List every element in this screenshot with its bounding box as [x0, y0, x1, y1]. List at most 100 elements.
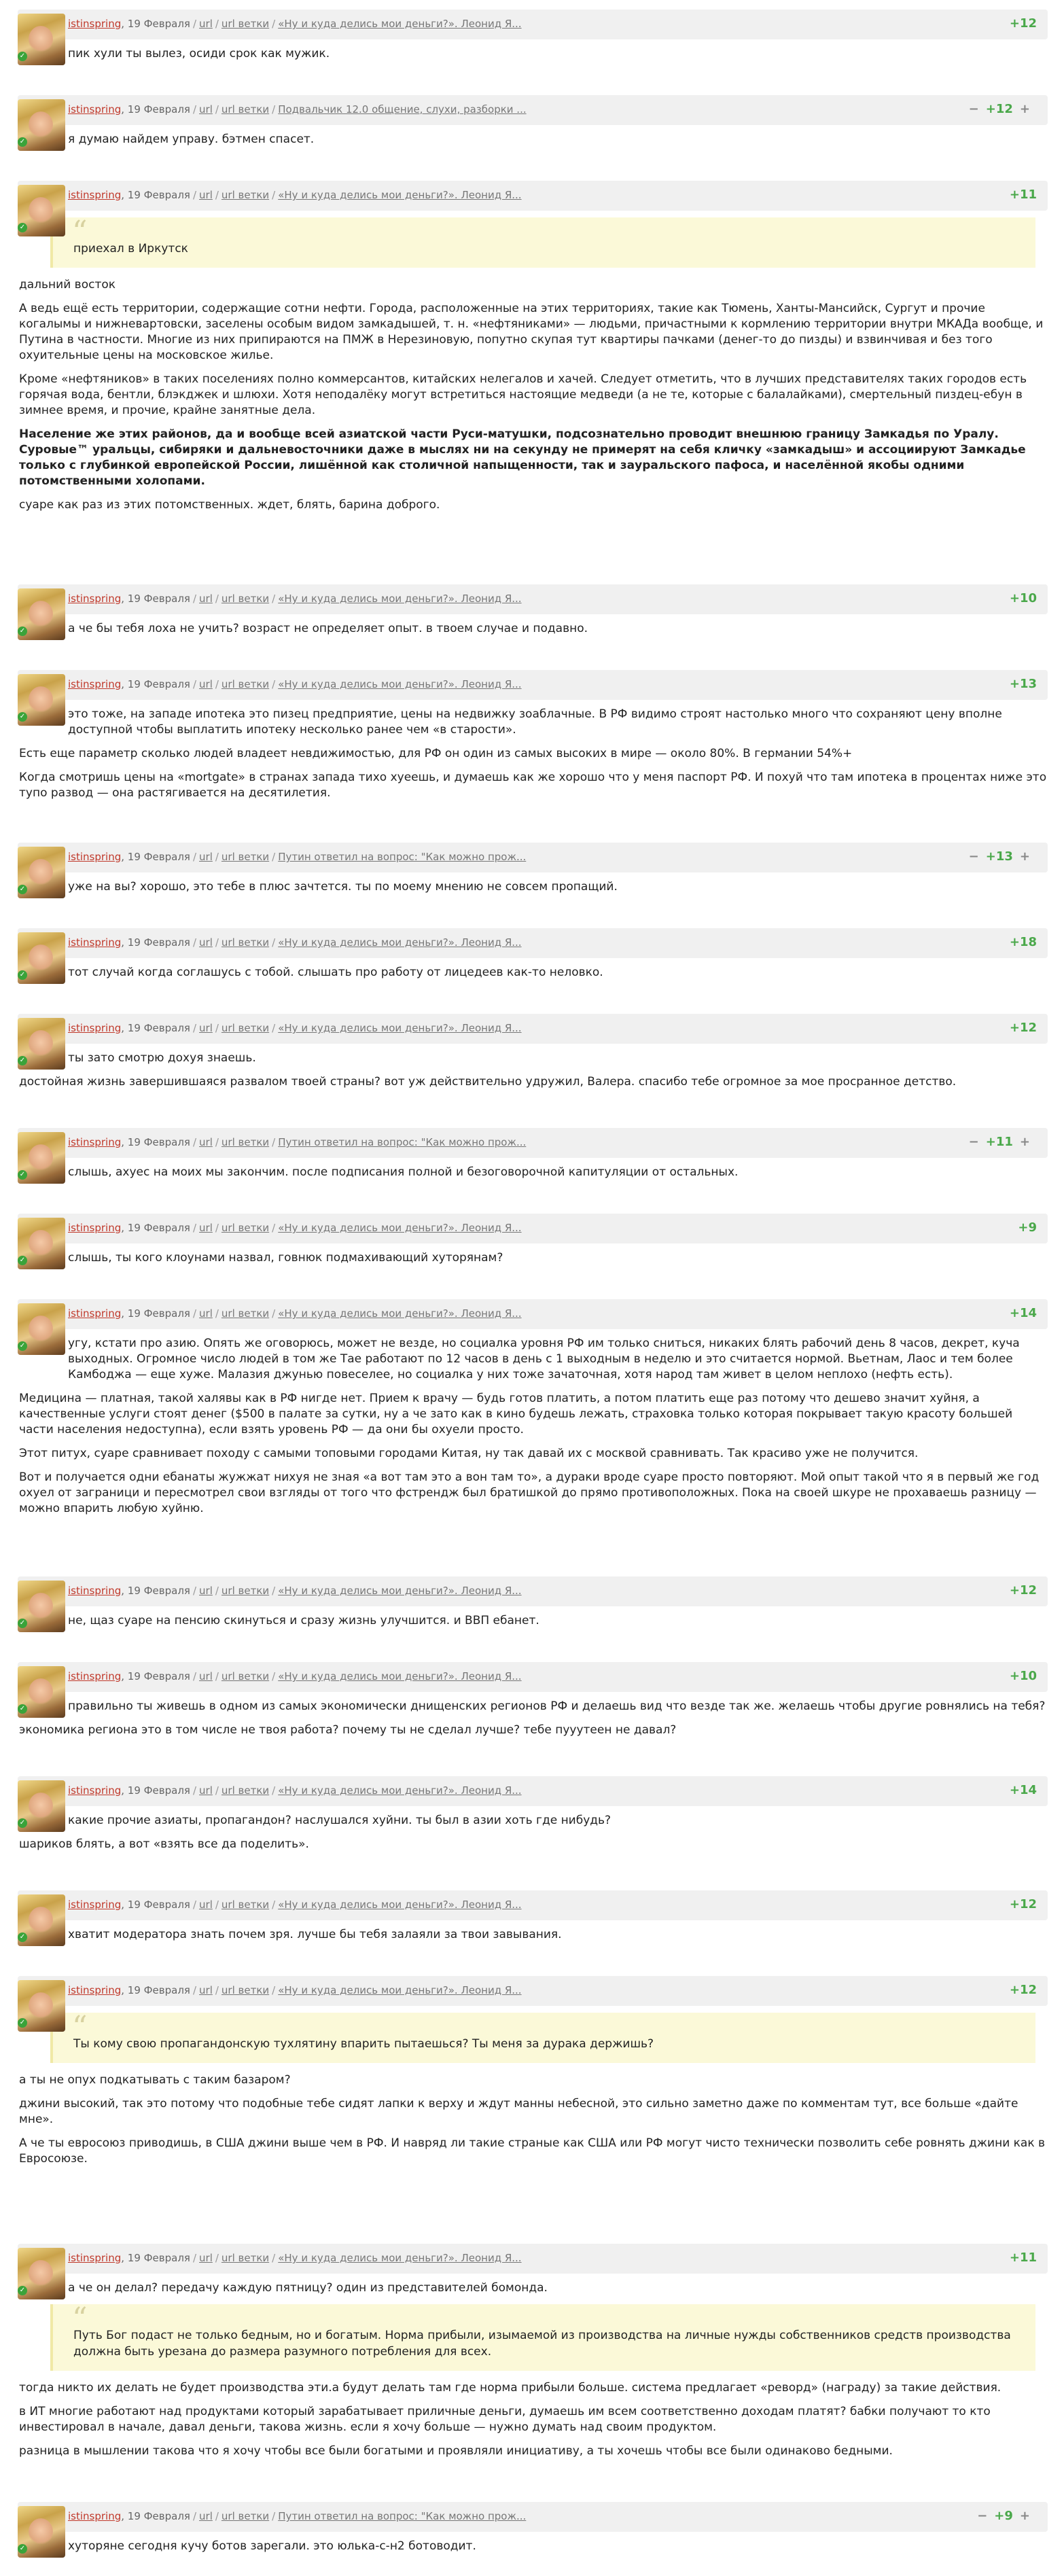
comment-url-link[interactable]: url — [199, 1670, 213, 1682]
author-link[interactable]: istinspring — [68, 1136, 121, 1148]
author-link[interactable]: istinspring — [68, 1222, 121, 1234]
comment-url-link[interactable]: url — [199, 18, 213, 30]
author-link[interactable]: istinspring — [68, 1670, 121, 1682]
vote-down-button[interactable]: − — [962, 1135, 986, 1149]
author-link[interactable]: istinspring — [68, 2510, 121, 2522]
comment-url-link[interactable]: url — [199, 936, 213, 949]
branch-url-link[interactable]: url ветки — [221, 189, 269, 201]
branch-url-link[interactable]: url ветки — [221, 678, 269, 690]
comment: ✓ istinspring, 19 Февраля / url / url ветки / «… — [0, 584, 1064, 652]
thread-link[interactable]: Путин ответил на вопрос: "Как можно прож… — [278, 851, 526, 863]
quote-text: Ты кому свою пропагандонскую тухлятину в… — [73, 2037, 654, 2051]
comment-url-link[interactable]: url — [199, 1784, 213, 1797]
thread-link[interactable]: «Ну и куда делись мои деньги?». Леонид Я… — [278, 1670, 521, 1682]
author-link[interactable]: istinspring — [68, 678, 121, 690]
branch-url-link[interactable]: url ветки — [221, 103, 269, 116]
comment-url-link[interactable]: url — [199, 189, 213, 201]
online-status-icon: ✓ — [18, 2544, 27, 2554]
thread-link[interactable]: «Ну и куда делись мои деньги?». Леонид Я… — [278, 189, 521, 201]
branch-url-link[interactable]: url ветки — [221, 1670, 269, 1682]
branch-url-link[interactable]: url ветки — [221, 1984, 269, 1996]
thread-link[interactable]: Путин ответил на вопрос: "Как можно прож… — [278, 2510, 526, 2522]
branch-url-link[interactable]: url ветки — [221, 2510, 269, 2522]
thread-link[interactable]: «Ну и куда делись мои деньги?». Леонид Я… — [278, 1585, 521, 1597]
vote-up-button[interactable]: + — [1013, 102, 1037, 116]
branch-url-link[interactable]: url ветки — [221, 851, 269, 863]
author-link[interactable]: istinspring — [68, 1585, 121, 1597]
comment-url-link[interactable]: url — [199, 2252, 213, 2264]
comment-paragraph: джини высокий, так это потому что подобн… — [19, 2097, 1018, 2126]
thread-link[interactable]: «Ну и куда делись мои деньги?». Леонид Я… — [278, 1222, 521, 1234]
author-link[interactable]: istinspring — [68, 1022, 121, 1034]
thread-link[interactable]: «Ну и куда делись мои деньги?». Леонид Я… — [278, 678, 521, 690]
branch-url-link[interactable]: url ветки — [221, 936, 269, 949]
thread-link[interactable]: «Ну и куда делись мои деньги?». Леонид Я… — [278, 1984, 521, 1996]
thread-link[interactable]: Путин ответил на вопрос: "Как можно прож… — [278, 1136, 526, 1148]
thread-link[interactable]: «Ну и куда делись мои деньги?». Леонид Я… — [278, 1307, 521, 1320]
author-link[interactable]: istinspring — [68, 1784, 121, 1797]
author-link[interactable]: istinspring — [68, 103, 121, 116]
comment-url-link[interactable]: url — [199, 1022, 213, 1034]
branch-url-link[interactable]: url ветки — [221, 18, 269, 30]
branch-url-link[interactable]: url ветки — [221, 1585, 269, 1597]
comment-url-link[interactable]: url — [199, 1984, 213, 1996]
vote-down-button[interactable]: − — [962, 849, 986, 864]
author-link[interactable]: istinspring — [68, 936, 121, 949]
author-link[interactable]: istinspring — [68, 1984, 121, 1996]
author-link[interactable]: istinspring — [68, 18, 121, 30]
separator: / — [272, 851, 276, 863]
comment-url-link[interactable]: url — [199, 2510, 213, 2522]
comment-date: , 19 Февраля — [121, 1022, 190, 1034]
comment-paragraph: Есть еще параметр сколько людей владеет … — [19, 747, 853, 760]
thread-link[interactable]: «Ну и куда делись мои деньги?». Леонид Я… — [278, 593, 521, 605]
comment-paragraph: хватит модератора знать почем зря. лучше… — [68, 1928, 562, 1941]
comment-url-link[interactable]: url — [199, 851, 213, 863]
comment-url-link[interactable]: url — [199, 103, 213, 116]
author-link[interactable]: istinspring — [68, 593, 121, 605]
comment-meta: istinspring, 19 Февраля / url / url ветки / «Н… — [68, 1585, 522, 1597]
comment-url-link[interactable]: url — [199, 593, 213, 605]
vote-down-button[interactable]: − — [970, 2509, 994, 2523]
comment-url-link[interactable]: url — [199, 1899, 213, 1911]
vote-controls: +11 — [1010, 188, 1037, 202]
separator: / — [272, 18, 276, 30]
separator: / — [272, 2252, 276, 2264]
comment-meta: istinspring, 19 Февраля / url / url ветки / «Н… — [68, 936, 522, 949]
branch-url-link[interactable]: url ветки — [221, 2252, 269, 2264]
author-link[interactable]: istinspring — [68, 1899, 121, 1911]
online-status-icon: ✓ — [18, 1933, 27, 1942]
vote-down-button[interactable]: − — [962, 102, 986, 116]
thread-link[interactable]: «Ну и куда делись мои деньги?». Леонид Я… — [278, 936, 521, 949]
separator: / — [272, 1022, 276, 1034]
author-link[interactable]: istinspring — [68, 1307, 121, 1320]
thread-link[interactable]: «Ну и куда делись мои деньги?». Леонид Я… — [278, 2252, 521, 2264]
branch-url-link[interactable]: url ветки — [221, 1899, 269, 1911]
vote-up-button[interactable]: + — [1013, 849, 1037, 864]
author-link[interactable]: istinspring — [68, 851, 121, 863]
branch-url-link[interactable]: url ветки — [221, 1307, 269, 1320]
comment-url-link[interactable]: url — [199, 1585, 213, 1597]
branch-url-link[interactable]: url ветки — [221, 1022, 269, 1034]
thread-link[interactable]: «Ну и куда делись мои деньги?». Леонид Я… — [278, 1899, 521, 1911]
vote-up-button[interactable]: + — [1013, 2509, 1037, 2523]
comment: ✓ istinspring, 19 Февраля / url / url ветки / «… — [0, 1299, 1064, 1532]
separator: / — [272, 593, 276, 605]
branch-url-link[interactable]: url ветки — [221, 1136, 269, 1148]
comment-meta: istinspring, 19 Февраля / url / url ветки / «Н… — [68, 1022, 522, 1034]
vote-up-button[interactable]: + — [1013, 1135, 1037, 1149]
author-link[interactable]: istinspring — [68, 189, 121, 201]
comment-url-link[interactable]: url — [199, 1136, 213, 1148]
comment-url-link[interactable]: url — [199, 678, 213, 690]
comment-url-link[interactable]: url — [199, 1307, 213, 1320]
comment-paragraph: Кроме «нефтяников» в таких поселениях по… — [19, 372, 1027, 417]
branch-url-link[interactable]: url ветки — [221, 1222, 269, 1234]
comment-url-link[interactable]: url — [199, 1222, 213, 1234]
branch-url-link[interactable]: url ветки — [221, 1784, 269, 1797]
thread-link[interactable]: «Ну и куда делись мои деньги?». Леонид Я… — [278, 18, 521, 30]
separator: / — [192, 2252, 197, 2264]
thread-link[interactable]: «Ну и куда делись мои деньги?». Леонид Я… — [278, 1022, 521, 1034]
author-link[interactable]: istinspring — [68, 2252, 121, 2264]
thread-link[interactable]: Подвальчик 12.0 общение, слухи, разборки… — [278, 103, 526, 116]
thread-link[interactable]: «Ну и куда делись мои деньги?». Леонид Я… — [278, 1784, 521, 1797]
branch-url-link[interactable]: url ветки — [221, 593, 269, 605]
